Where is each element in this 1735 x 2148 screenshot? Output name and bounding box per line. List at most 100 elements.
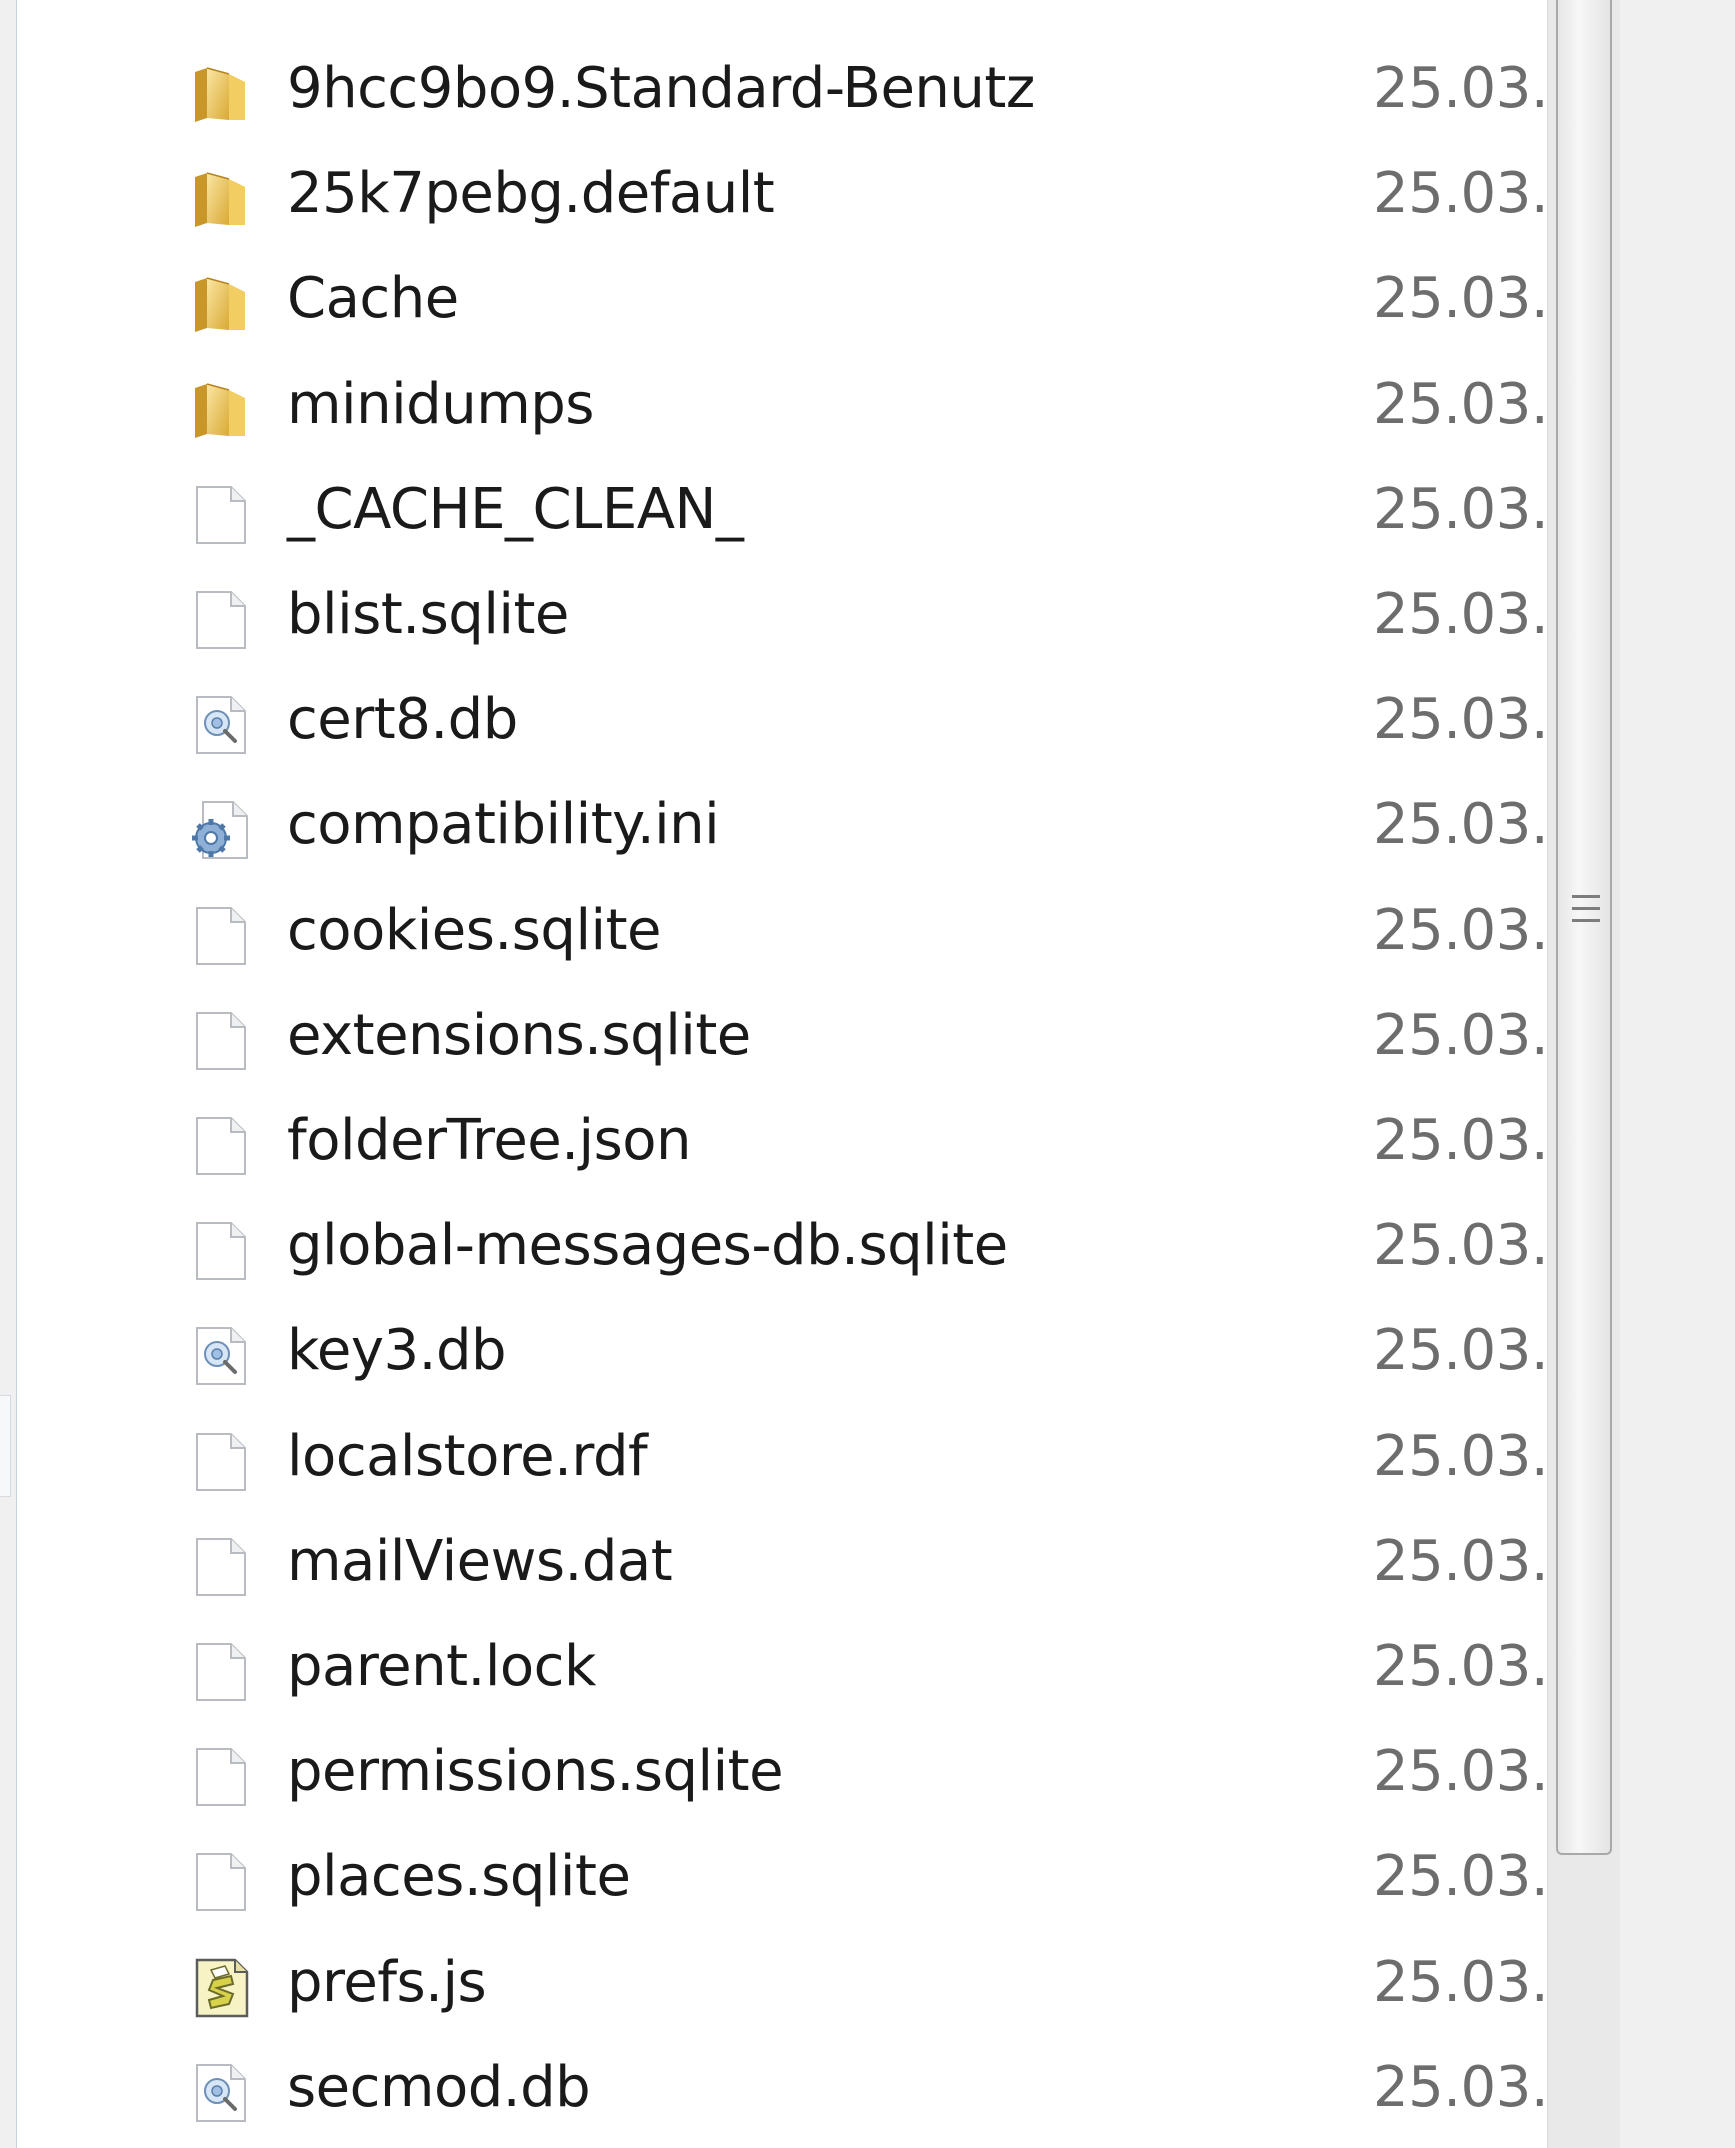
- file-date-modified: 25.03.2: [1373, 897, 1547, 963]
- vertical-scrollbar[interactable]: [1547, 0, 1620, 2148]
- date-modified-cell: 25.03.2: [1373, 1505, 1547, 1610]
- date-modified-cell: 25.03.2: [1373, 453, 1547, 558]
- folder-icon: [189, 62, 253, 126]
- file-date-modified: 25.03.2: [1373, 266, 1547, 332]
- folder-icon: [189, 378, 253, 442]
- file-name: cookies.sqlite: [287, 897, 661, 963]
- file-name: localstore.rdf: [287, 1423, 648, 1489]
- file-row[interactable]: prefs.js 25.03.2: [17, 1926, 1547, 2031]
- date-modified-cell: 25.03.2: [1373, 1820, 1547, 1925]
- date-modified-cell: 25.03.2: [1373, 2031, 1547, 2136]
- file-date-modified: 25.03.2: [1373, 1844, 1547, 1910]
- file-row[interactable]: compatibility.ini 25.03.2: [17, 768, 1547, 873]
- file-name: folderTree.json: [287, 1108, 692, 1173]
- date-modified-cell: 25.03.2: [1373, 1084, 1547, 1189]
- file-row[interactable]: Cache 25.03.2: [17, 242, 1547, 347]
- date-modified-cell: 25.03.2: [1373, 1294, 1547, 1399]
- file-date-modified: 25.03.2: [1373, 161, 1547, 227]
- file-date-modified: 25.03.2: [1373, 476, 1547, 542]
- file-list: 9hcc9bo9.Standard-Benutz 25.03.2 25k7pebg…: [17, 0, 1547, 2148]
- file-name: mailViews.dat: [287, 1528, 673, 1594]
- file-name: key3.db: [287, 1318, 507, 1384]
- file-row[interactable]: cert8.db 25.03.2: [17, 663, 1547, 768]
- file-name: parent.lock: [287, 1634, 596, 1699]
- file-date-modified: 25.03.2: [1373, 1108, 1547, 1173]
- file-name: _CACHE_CLEAN_: [287, 476, 744, 542]
- file-row[interactable]: cookies.sqlite 25.03.2: [17, 874, 1547, 979]
- date-modified-cell: 25.03.2: [1373, 1400, 1547, 1505]
- file-name: places.sqlite: [287, 1844, 631, 1910]
- blank-file-icon: [189, 588, 253, 652]
- date-modified-cell: 25.03.2: [1373, 348, 1547, 453]
- date-modified-cell: 25.03.2: [1373, 874, 1547, 979]
- file-date-modified: 25.03.2: [1373, 1739, 1547, 1805]
- blank-file-icon: [189, 1219, 253, 1283]
- date-modified-cell: 25.03.2: [1373, 1189, 1547, 1294]
- blank-file-icon: [189, 1640, 253, 1704]
- folder-icon: [189, 272, 253, 336]
- database-file-icon: [189, 2061, 253, 2125]
- blank-file-icon: [189, 1535, 253, 1599]
- file-date-modified: 25.03.2: [1373, 1213, 1547, 1279]
- blank-file-icon: [189, 1850, 253, 1914]
- file-date-modified: 25.03.2: [1373, 1949, 1547, 2015]
- file-name: prefs.js: [287, 1949, 487, 2015]
- folder-icon: [189, 167, 253, 231]
- navigation-pane-edge[interactable]: [0, 1395, 11, 1497]
- file-row[interactable]: localstore.rdf 25.03.2: [17, 1400, 1547, 1505]
- blank-file-icon: [189, 904, 253, 968]
- file-name: secmod.db: [287, 2054, 591, 2120]
- file-row[interactable]: 25k7pebg.default 25.03.2: [17, 137, 1547, 242]
- date-modified-cell: 25.03.2: [1373, 663, 1547, 768]
- file-date-modified: 25.03.2: [1373, 2054, 1547, 2120]
- blank-file-icon: [189, 1009, 253, 1073]
- file-date-modified: 25.03.2: [1373, 1318, 1547, 1384]
- file-name: cert8.db: [287, 687, 518, 753]
- file-date-modified: 25.03.2: [1373, 1528, 1547, 1594]
- blank-file-icon: [189, 483, 253, 547]
- file-row[interactable]: mailViews.dat 25.03.2: [17, 1505, 1547, 1610]
- file-name: global-messages-db.sqlite: [287, 1213, 1008, 1279]
- file-row[interactable]: folderTree.json 25.03.2: [17, 1084, 1547, 1189]
- script-file-icon: [189, 1956, 253, 2020]
- date-modified-cell: 25.03.2: [1373, 1715, 1547, 1820]
- date-modified-cell: 25.03.2: [1373, 242, 1547, 347]
- scrollbar-thumb[interactable]: [1556, 0, 1612, 1855]
- file-row[interactable]: permissions.sqlite 25.03.2: [17, 1715, 1547, 1820]
- file-row[interactable]: 9hcc9bo9.Standard-Benutz 25.03.2: [17, 32, 1547, 137]
- file-row[interactable]: places.sqlite 25.03.2: [17, 1820, 1547, 1925]
- date-modified-cell: 25.03.2: [1373, 1926, 1547, 2031]
- file-name: 25k7pebg.default: [287, 161, 775, 227]
- file-date-modified: 25.03.2: [1373, 1634, 1547, 1699]
- file-row[interactable]: blist.sqlite 25.03.2: [17, 558, 1547, 663]
- file-row[interactable]: secmod.db 25.03.2: [17, 2031, 1547, 2136]
- database-file-icon: [189, 693, 253, 757]
- file-date-modified: 25.03.2: [1373, 1423, 1547, 1489]
- file-date-modified: 25.03.2: [1373, 56, 1547, 121]
- scrollbar-grip-icon: [1572, 895, 1600, 935]
- explorer-window: 9hcc9bo9.Standard-Benutz 25.03.2 25k7pebg…: [16, 0, 1620, 2148]
- file-row[interactable]: minidumps 25.03.2: [17, 348, 1547, 453]
- file-name: minidumps: [287, 371, 594, 437]
- blank-file-icon: [189, 1114, 253, 1178]
- file-row[interactable]: extensions.sqlite 25.03.2: [17, 979, 1547, 1084]
- file-name: blist.sqlite: [287, 582, 569, 647]
- file-date-modified: 25.03.2: [1373, 371, 1547, 437]
- date-modified-cell: 25.03.2: [1373, 979, 1547, 1084]
- file-date-modified: 25.03.2: [1373, 687, 1547, 753]
- date-modified-cell: 25.03.2: [1373, 137, 1547, 242]
- database-file-icon: [189, 1324, 253, 1388]
- file-name: 9hcc9bo9.Standard-Benutz: [287, 56, 1035, 121]
- file-name: extensions.sqlite: [287, 1002, 751, 1068]
- file-row[interactable]: parent.lock 25.03.2: [17, 1610, 1547, 1715]
- file-row[interactable]: key3.db 25.03.2: [17, 1294, 1547, 1399]
- file-name: compatibility.ini: [287, 792, 720, 858]
- blank-file-icon: [189, 1430, 253, 1494]
- blank-file-icon: [189, 1745, 253, 1809]
- file-date-modified: 25.03.2: [1373, 582, 1547, 647]
- file-row[interactable]: _CACHE_CLEAN_ 25.03.2: [17, 453, 1547, 558]
- settings-file-icon: [189, 798, 253, 862]
- date-modified-cell: 25.03.2: [1373, 768, 1547, 873]
- file-row[interactable]: global-messages-db.sqlite 25.03.2: [17, 1189, 1547, 1294]
- date-modified-cell: 25.03.2: [1373, 558, 1547, 663]
